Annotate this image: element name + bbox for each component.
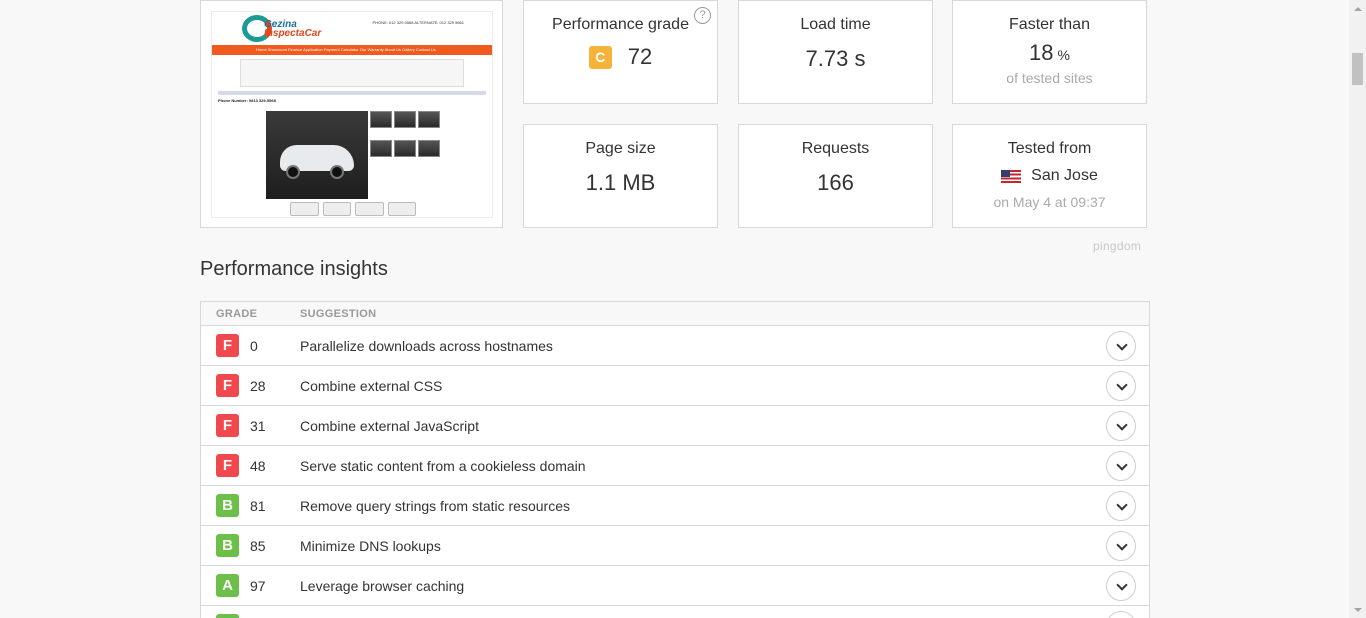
grade-badge: B <box>216 494 239 517</box>
table-row[interactable]: F 48 Serve static content from a cookieles… <box>201 446 1149 486</box>
faster-than-sub: of tested sites <box>1006 70 1093 86</box>
requests-value: 166 <box>817 170 854 195</box>
suggestion-text: Minimize DNS lookups <box>300 537 441 554</box>
suggestion-text: Remove query strings from static resourc… <box>300 497 570 514</box>
table-header: GRADE SUGGESTION <box>201 302 1149 326</box>
table-row[interactable]: B 81 Remove query strings from static reso… <box>201 486 1149 526</box>
screenshot-header: Gezina InspectaCar PHONE: 012 329 5568 A… <box>212 12 492 45</box>
suggestion-text: Combine external JavaScript <box>300 417 479 434</box>
page-size-title: Page size <box>585 140 656 157</box>
grade-score: 31 <box>250 417 266 434</box>
insights-title: Performance insights <box>200 258 388 280</box>
table-row[interactable]: F 31 Combine external JavaScript <box>201 406 1149 446</box>
site-buttons <box>290 202 416 216</box>
site-logo-line2: InspectaCar <box>264 28 322 39</box>
suggestion-text: Combine external CSS <box>300 377 443 394</box>
car-photo <box>266 111 368 199</box>
performance-grade-card: ? Performance grade C 72 <box>523 0 718 104</box>
page-size-value: 1.1 MB <box>585 170 656 195</box>
grade-badge: A <box>216 614 239 618</box>
column-header-suggestion: SUGGESTION <box>300 307 377 320</box>
chevron-down-icon[interactable] <box>1106 411 1136 441</box>
grade-badge: F <box>216 334 239 357</box>
tested-from-card: Tested from San Jose on May 4 at 09:37 <box>952 124 1147 228</box>
load-time-value: 7.73 s <box>805 46 866 71</box>
chevron-down-icon[interactable] <box>1106 571 1136 601</box>
page: Gezina InspectaCar PHONE: 012 329 5568 A… <box>0 0 1366 618</box>
table-row[interactable]: F 0 Parallelize downloads across hostnames <box>201 326 1149 366</box>
grade-badge: F <box>216 414 239 437</box>
table-row[interactable]: B 85 Minimize DNS lookups <box>201 526 1149 566</box>
tested-from-location: San Jose <box>1031 167 1098 184</box>
pingdom-logo: pingdom <box>1093 239 1142 253</box>
site-phone: Phone Number: 0813 329-5568 <box>218 98 276 103</box>
grade-badge: C <box>588 45 612 69</box>
chevron-down-icon[interactable] <box>1106 531 1136 561</box>
site-nav: Home Showroom Finance Application Paymen… <box>212 45 492 55</box>
suggestion-text: Serve static content from a cookieless d… <box>300 457 586 474</box>
car-thumbnails <box>370 111 442 167</box>
grade-score: 81 <box>250 497 266 514</box>
website-screenshot: Gezina InspectaCar PHONE: 012 329 5568 A… <box>211 11 493 218</box>
grade-score: 0 <box>250 337 258 354</box>
tested-from-date: on May 4 at 09:37 <box>993 194 1106 210</box>
chevron-down-icon[interactable] <box>1106 451 1136 481</box>
chevron-down-icon[interactable] <box>1106 371 1136 401</box>
table-row[interactable]: F 28 Combine external CSS <box>201 366 1149 406</box>
faster-than-title: Faster than <box>1009 16 1090 33</box>
grade-score: 48 <box>250 457 266 474</box>
table-row[interactable]: A 97 Leverage browser caching <box>201 566 1149 606</box>
scroll-down-arrow-icon[interactable] <box>1349 601 1366 618</box>
website-screenshot-card: Gezina InspectaCar PHONE: 012 329 5568 A… <box>200 0 503 228</box>
table-row[interactable]: A <box>201 606 1149 618</box>
faster-than-unit: % <box>1057 47 1070 63</box>
chevron-down-icon[interactable] <box>1106 491 1136 521</box>
load-time-title: Load time <box>800 16 871 33</box>
chevron-down-icon[interactable] <box>1106 331 1136 361</box>
site-payment-form <box>240 59 464 87</box>
faster-than-value: 18 <box>1029 40 1054 65</box>
grade-badge: F <box>216 454 239 477</box>
grade-score: 85 <box>250 537 266 554</box>
grade-score: 97 <box>250 577 266 594</box>
column-header-grade: GRADE <box>216 307 258 320</box>
page-size-card: Page size 1.1 MB <box>523 124 718 228</box>
scroll-up-arrow-icon[interactable] <box>1349 0 1366 17</box>
scrollbar[interactable] <box>1349 0 1366 618</box>
grade-badge: A <box>216 574 239 597</box>
site-logo-text: Gezina InspectaCar <box>264 20 322 39</box>
performance-grade-value: 72 <box>627 44 653 69</box>
performance-grade-title: Performance grade <box>552 16 689 33</box>
site-contact: PHONE: 012 329 5568 ALTERNATE: 012 329 5… <box>372 20 464 25</box>
grade-badge: F <box>216 374 239 397</box>
requests-card: Requests 166 <box>738 124 933 228</box>
help-icon[interactable]: ? <box>694 7 711 24</box>
grade-badge: B <box>216 534 239 557</box>
scroll-thumb[interactable] <box>1352 53 1363 85</box>
grade-score: 28 <box>250 377 266 394</box>
requests-title: Requests <box>801 140 870 157</box>
tested-from-title: Tested from <box>1007 140 1092 157</box>
chevron-down-icon[interactable] <box>1106 611 1136 618</box>
suggestion-text: Leverage browser caching <box>300 577 465 594</box>
suggestion-text: Parallelize downloads across hostnames <box>300 337 553 354</box>
faster-than-card: Faster than 18% of tested sites <box>952 0 1147 104</box>
site-title-bar <box>218 91 486 95</box>
us-flag-icon <box>1001 169 1022 183</box>
load-time-card: Load time 7.73 s <box>738 0 933 104</box>
insights-table: GRADE SUGGESTION F 0 Parallelize downloads… <box>200 301 1150 618</box>
